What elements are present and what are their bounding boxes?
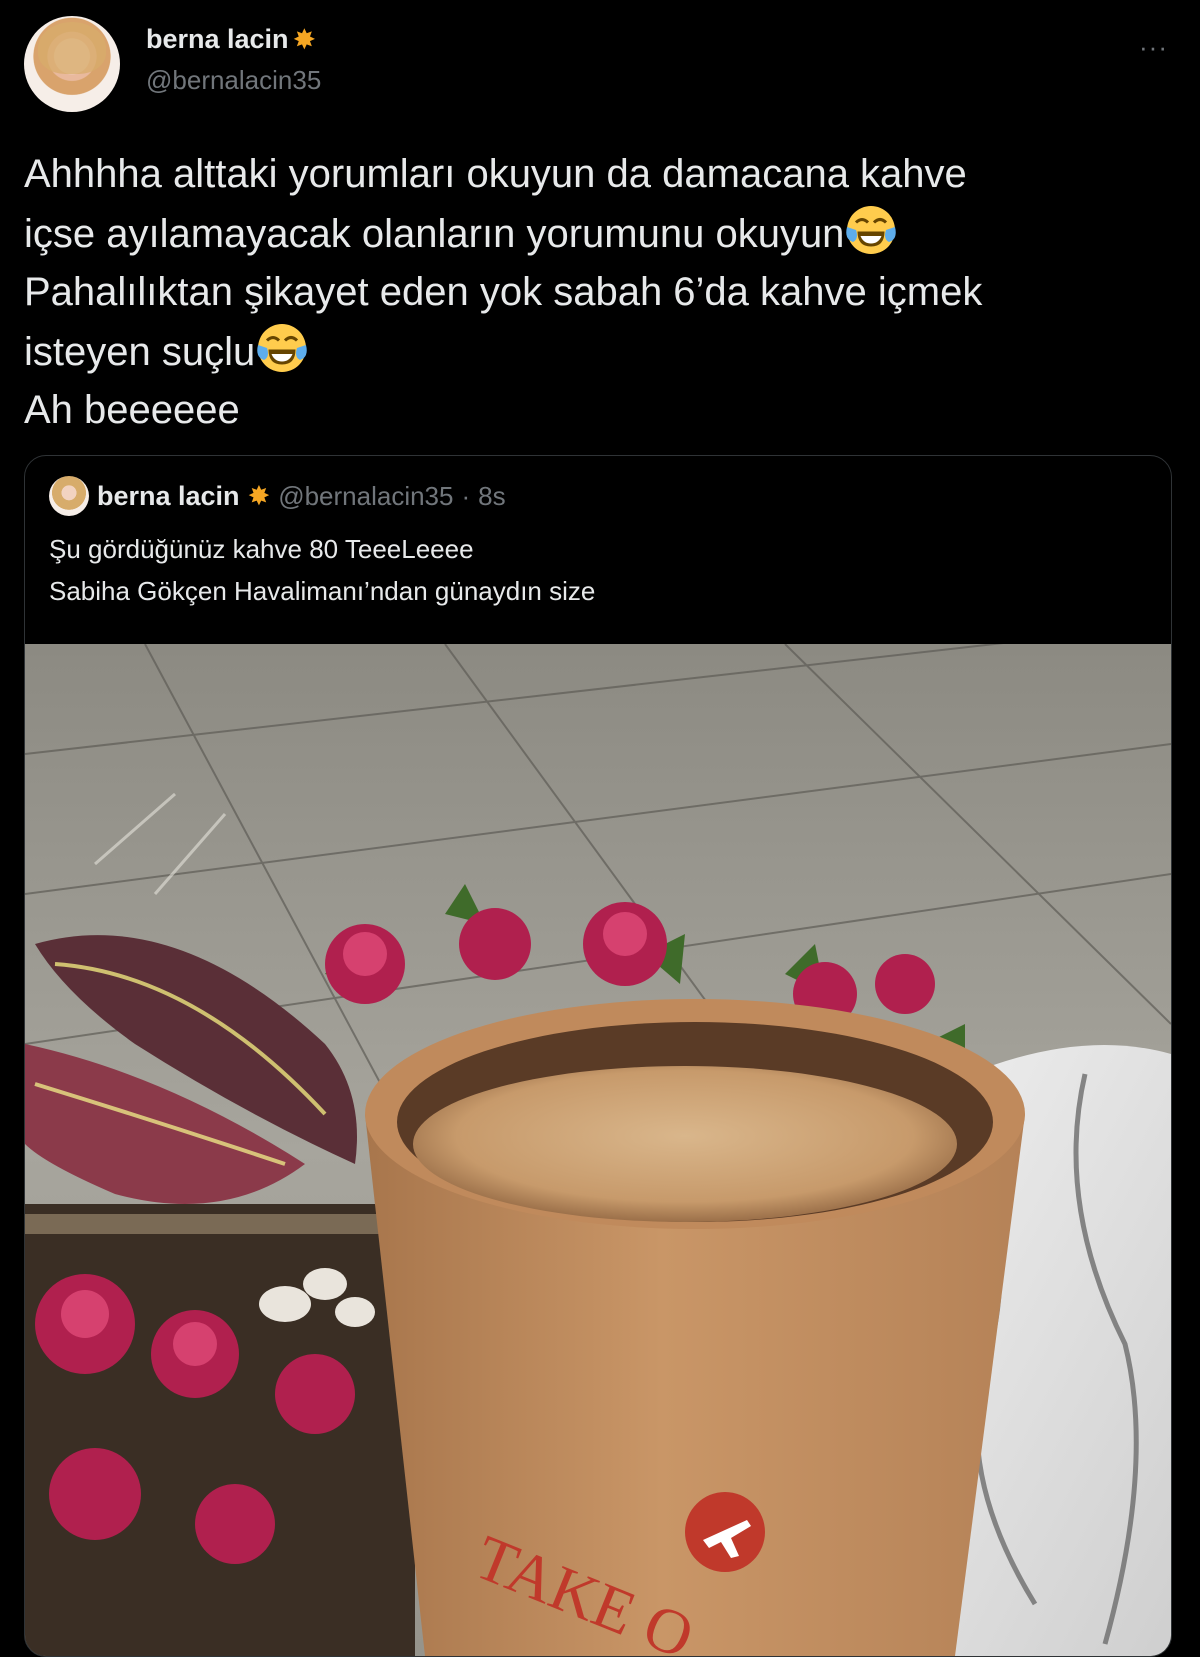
quoted-line-2: Sabiha Gökçen Havalimanı’ndan günaydın s… [49, 576, 596, 606]
quoted-line-1: Şu gördüğünüz kahve 80 TeeeLeeee [49, 534, 474, 564]
quoted-display-name: berna lacin [97, 480, 240, 511]
quoted-time: 8s [478, 480, 506, 511]
coffee-photo[interactable]: TAKE O [25, 644, 1171, 1656]
quoted-avatar [49, 476, 89, 516]
tears-of-joy-emoji-icon [257, 324, 307, 372]
quoted-handle: @bernalacin35 [278, 480, 454, 511]
display-name[interactable]: berna lacin ✸ [146, 24, 321, 55]
tweet-line-2: içse ayılamayacak olanların yorumunu oku… [24, 212, 845, 256]
tears-of-joy-emoji-icon [846, 206, 897, 254]
quoted-tweet-header: berna lacin ✸ @bernalacin35 · 8s [49, 476, 506, 516]
quoted-tweet-card[interactable]: berna lacin ✸ @bernalacin35 · 8s Şu görd… [24, 455, 1172, 1657]
display-name-text[interactable]: berna lacin [146, 24, 289, 55]
avatar[interactable] [24, 16, 120, 112]
tweet-header: berna lacin ✸ @bernalacin35 ··· [24, 16, 1176, 116]
handle[interactable]: @bernalacin35 [146, 65, 321, 96]
tweet-line-4: isteyen suçlu [24, 330, 256, 374]
tweet-line-5: Ah beeeeee [24, 388, 240, 432]
quoted-sun-icon: ✸ [247, 480, 271, 511]
more-options-icon[interactable]: ··· [1139, 32, 1168, 63]
tweet-line-1: Ahhhha alttaki yorumları okuyun da damac… [24, 152, 967, 196]
quoted-tweet-text: Şu gördüğünüz kahve 80 TeeeLeeee Sabiha … [49, 528, 595, 612]
sun-icon: ✸ [292, 23, 317, 55]
tweet-text: Ahhhha alttaki yorumları okuyun da damac… [24, 145, 1174, 439]
quoted-separator: · [461, 480, 471, 511]
author-block[interactable]: berna lacin ✸ @bernalacin35 [146, 24, 321, 96]
tweet-line-3: Pahalılıktan şikayet eden yok sabah 6’da… [24, 270, 983, 314]
